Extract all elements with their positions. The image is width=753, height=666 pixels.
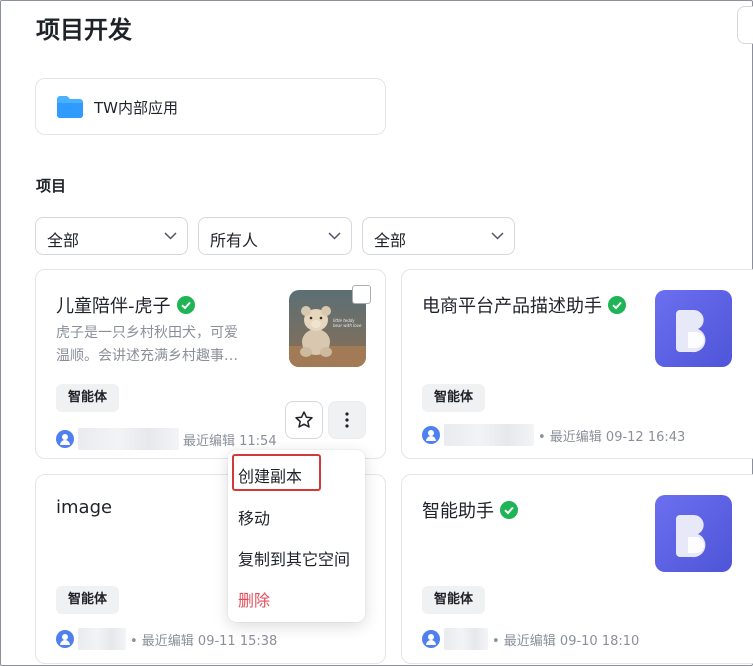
top-right-button[interactable] bbox=[737, 6, 753, 44]
more-button[interactable] bbox=[328, 401, 366, 439]
avatar bbox=[422, 630, 440, 648]
card-description-line: 温顺。会讲述充满乡村趣事… bbox=[56, 348, 238, 364]
card-meta: • 最近编辑 09-10 18:10 bbox=[422, 628, 639, 650]
brand-logo-thumbnail bbox=[655, 290, 732, 367]
card-title: 儿童陪伴-虎子 bbox=[56, 296, 171, 317]
chevron-down-icon bbox=[328, 232, 341, 240]
star-icon bbox=[295, 411, 313, 428]
menu-item-copy-to-space[interactable]: 复制到其它空间 bbox=[238, 546, 350, 570]
folder-card[interactable]: TW内部应用 bbox=[35, 78, 386, 135]
folder-icon bbox=[57, 96, 83, 118]
card-meta: • 最近编辑 09-12 16:43 bbox=[422, 424, 685, 446]
project-card[interactable]: 儿童陪伴-虎子 虎子是一只乡村秋田犬，可爱 温顺。会讲述充满乡村趣事… litt… bbox=[35, 269, 386, 459]
agent-tag: 智能体 bbox=[56, 586, 120, 614]
card-meta: • 最近编辑 09-11 15:38 bbox=[56, 628, 277, 650]
brand-logo-thumbnail bbox=[655, 495, 732, 572]
select-checkbox[interactable] bbox=[352, 285, 371, 304]
owner-filter-value: 所有人 bbox=[210, 231, 259, 250]
card-title: image bbox=[56, 497, 113, 518]
agent-tag: 智能体 bbox=[56, 384, 120, 412]
card-meta: 最近编辑 11:54 bbox=[56, 428, 277, 450]
owner-name-blurred bbox=[78, 628, 126, 650]
type-filter-select[interactable]: 全部 bbox=[35, 217, 188, 255]
owner-name-blurred bbox=[444, 628, 488, 650]
section-title: 项目 bbox=[36, 177, 67, 195]
verified-check-icon bbox=[608, 296, 626, 314]
more-vertical-icon bbox=[345, 412, 349, 428]
owner-filter-select[interactable]: 所有人 bbox=[198, 217, 352, 255]
menu-item-move[interactable]: 移动 bbox=[238, 505, 270, 529]
menu-item-delete[interactable]: 删除 bbox=[238, 587, 270, 611]
b-logo-icon bbox=[676, 515, 706, 558]
type-filter-value: 全部 bbox=[47, 231, 80, 250]
card-title: 智能助手 bbox=[422, 501, 494, 522]
menu-item-duplicate[interactable]: 创建副本 bbox=[238, 463, 302, 487]
agent-tag: 智能体 bbox=[422, 586, 486, 614]
card-title-row: image bbox=[56, 497, 112, 518]
owner-name-blurred bbox=[444, 424, 534, 446]
avatar bbox=[56, 430, 74, 448]
card-description: 虎子是一只乡村秋田犬，可爱 温顺。会讲述充满乡村趣事… bbox=[56, 322, 278, 368]
edit-time: • 最近编辑 09-10 18:10 bbox=[492, 633, 640, 649]
b-logo-icon bbox=[676, 310, 706, 353]
folder-label: TW内部应用 bbox=[94, 99, 178, 117]
card-title-row: 电商平台产品描述助手 bbox=[422, 292, 626, 318]
edit-time: • 最近编辑 09-11 15:38 bbox=[130, 633, 278, 649]
avatar bbox=[422, 426, 440, 444]
owner-name-blurred bbox=[78, 428, 179, 450]
edit-time: • 最近编辑 09-12 16:43 bbox=[538, 429, 686, 445]
project-card[interactable]: 电商平台产品描述助手 智能体 • 最近编辑 09-12 16:43 bbox=[401, 269, 753, 459]
favorite-button[interactable] bbox=[285, 401, 323, 439]
context-menu: 创建副本 移动 复制到其它空间 删除 bbox=[228, 450, 365, 622]
chevron-down-icon bbox=[491, 232, 504, 240]
status-filter-value: 全部 bbox=[374, 231, 407, 250]
card-title-row: 儿童陪伴-虎子 bbox=[56, 292, 195, 318]
chevron-down-icon bbox=[164, 232, 177, 240]
project-card[interactable]: 智能助手 智能体 • 最近编辑 09-10 18:10 bbox=[401, 474, 753, 664]
card-title: 电商平台产品描述助手 bbox=[422, 296, 602, 317]
verified-check-icon bbox=[176, 296, 195, 314]
avatar bbox=[56, 630, 74, 648]
card-description-line: 虎子是一只乡村秋田犬，可爱 bbox=[56, 325, 238, 341]
agent-tag: 智能体 bbox=[422, 384, 486, 412]
status-filter-select[interactable]: 全部 bbox=[362, 217, 515, 255]
verified-check-icon bbox=[500, 501, 518, 519]
page-title: 项目开发 bbox=[36, 16, 132, 44]
thumbnail-caption: little teddy bear with love bbox=[333, 318, 362, 328]
edit-time: 最近编辑 11:54 bbox=[183, 433, 277, 449]
card-title-row: 智能助手 bbox=[422, 497, 518, 523]
